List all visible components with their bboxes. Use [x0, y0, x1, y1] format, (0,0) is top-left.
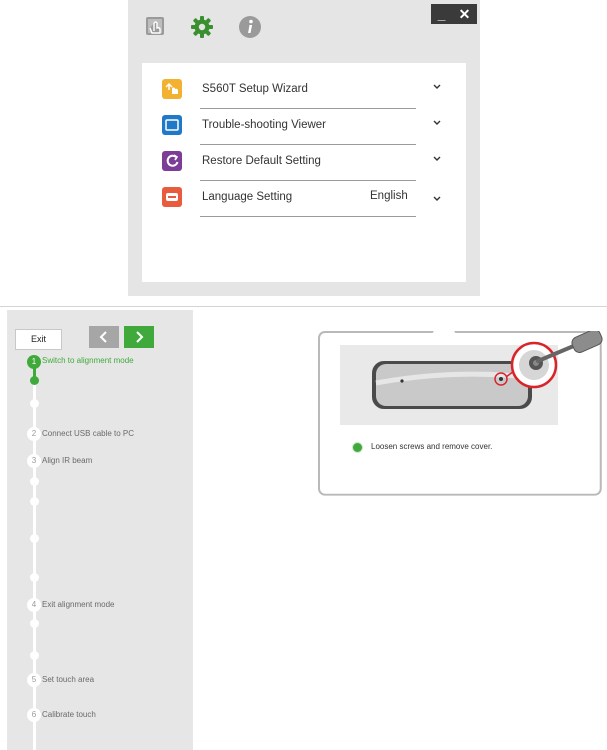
language-value[interactable]: English	[370, 190, 408, 202]
sub-step-dot	[30, 497, 39, 506]
touch-setup-icon[interactable]	[143, 14, 169, 40]
menu-item-label: Trouble-shooting Viewer	[202, 119, 327, 131]
step-label[interactable]: Calibrate touch	[42, 710, 96, 719]
troubleshoot-viewer-icon	[162, 115, 182, 135]
step-label[interactable]: Align IR beam	[42, 456, 92, 465]
instruction-callout	[318, 331, 603, 496]
step-label[interactable]: Switch to alignment mode	[42, 356, 134, 365]
instruction-bullet	[353, 443, 362, 452]
menu-item-language-setting[interactable]: Language Setting English	[142, 181, 466, 217]
next-button[interactable]	[124, 326, 154, 348]
restore-icon	[162, 151, 182, 171]
info-icon[interactable]	[237, 14, 263, 40]
close-button[interactable]: ✕	[459, 6, 471, 23]
previous-button[interactable]	[89, 326, 119, 348]
settings-window: _ ✕ S560T Setup Wizard Trouble-shooting …	[128, 0, 480, 296]
menu-item-restore-default[interactable]: Restore Default Setting	[142, 145, 466, 181]
sub-step-dot	[30, 477, 39, 486]
previous-icon	[99, 331, 107, 343]
settings-menu: S560T Setup Wizard Trouble-shooting View…	[142, 63, 466, 282]
step-number: 2	[27, 427, 41, 441]
divider	[200, 216, 416, 217]
menu-item-troubleshooting-viewer[interactable]: Trouble-shooting Viewer	[142, 109, 466, 145]
sub-step-dot	[30, 619, 39, 628]
step-label[interactable]: Exit alignment mode	[42, 600, 114, 609]
chevron-down-icon[interactable]	[430, 116, 444, 130]
step-label[interactable]: Set touch area	[42, 675, 94, 684]
menu-item-setup-wizard[interactable]: S560T Setup Wizard	[142, 73, 466, 109]
chevron-down-icon[interactable]	[430, 192, 444, 206]
sub-step-dot	[30, 399, 39, 408]
gear-icon[interactable]	[189, 14, 215, 40]
sub-step-dot	[30, 376, 39, 385]
step-number: 5	[27, 673, 41, 687]
chevron-down-icon[interactable]	[430, 80, 444, 94]
step-number: 4	[27, 598, 41, 612]
sub-step-dot	[30, 573, 39, 582]
step-label[interactable]: Connect USB cable to PC	[42, 429, 134, 438]
instruction-text: Loosen screws and remove cover.	[371, 442, 493, 451]
wizard-sidebar: Exit 1 Switch to alignment mode 2 Connec…	[7, 310, 193, 750]
menu-item-label: Restore Default Setting	[202, 155, 321, 167]
next-icon	[136, 331, 144, 343]
sub-step-dot	[30, 534, 39, 543]
step-number: 6	[27, 708, 41, 722]
menu-item-label: Language Setting	[202, 191, 293, 203]
progress-track	[33, 358, 36, 750]
language-icon	[162, 187, 182, 207]
step-number: 1	[27, 355, 41, 369]
exit-button[interactable]: Exit	[15, 329, 62, 350]
window-controls: _ ✕	[431, 4, 477, 24]
setup-wizard-icon	[162, 79, 182, 99]
sub-step-dot	[30, 651, 39, 660]
menu-item-label: S560T Setup Wizard	[202, 83, 308, 95]
minimize-button[interactable]: _	[438, 6, 446, 22]
step-number: 3	[27, 454, 41, 468]
chevron-down-icon[interactable]	[430, 152, 444, 166]
